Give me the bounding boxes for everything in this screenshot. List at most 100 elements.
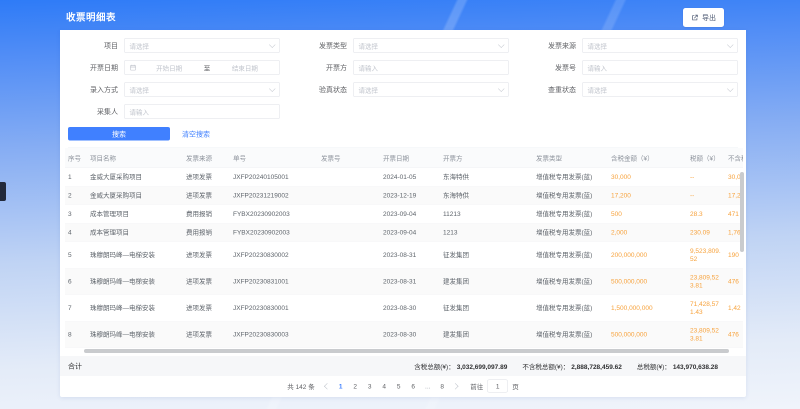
table-cell: 珠穆朗玛峰—电梯安装	[87, 321, 183, 348]
table-cell: 5	[65, 242, 87, 269]
table-cell: 东海特供	[440, 186, 533, 205]
page-number[interactable]: 6	[410, 382, 417, 390]
table-cell: 3	[65, 205, 87, 224]
table-cell: 进项发票	[183, 242, 230, 269]
clear-search-link[interactable]: 清空搜索	[182, 129, 210, 139]
table-cell: JXFP20230830001	[230, 295, 318, 322]
chevron-down-icon	[727, 85, 733, 91]
table-cell	[318, 223, 380, 242]
export-button[interactable]: 导出	[683, 8, 724, 27]
table-cell: 增值税专用发票(蓝)	[533, 242, 608, 269]
table-cell: 1,42	[725, 295, 743, 322]
page-number[interactable]: 2	[352, 382, 359, 390]
table-cell	[318, 321, 380, 348]
page-number[interactable]: 3	[366, 382, 373, 390]
page-number[interactable]: 5	[395, 382, 402, 390]
pagination-ellipsis: ...	[424, 382, 431, 390]
summary-row: 合计 含税总额(¥)：3,032,699,097.89不含税总额(¥)：2,88…	[60, 356, 746, 376]
table-cell	[318, 242, 380, 269]
chevron-down-icon	[269, 85, 275, 91]
filter-invoice-source: 发票来源 请选择	[526, 38, 738, 53]
table-cell: 珠穆朗玛峰—电梯安装	[87, 295, 183, 322]
side-widget-tab[interactable]	[0, 182, 6, 201]
filter-dedup-status-label: 查重状态	[526, 85, 576, 95]
table-cell: 建发集团	[440, 321, 533, 348]
table-cell: 1	[65, 168, 87, 187]
page-title: 收票明细表	[66, 10, 116, 24]
filter-invoice-source-select[interactable]: 请选择	[582, 38, 738, 53]
filter-verify-status-select[interactable]: 请选择	[353, 82, 509, 97]
table-cell: 2023-09-04	[380, 223, 440, 242]
filter-issuer-input[interactable]: 请输入	[353, 60, 509, 75]
table-cell: 2,000	[608, 223, 687, 242]
filter-panel: 项目 请选择 发票类型 请选择 发票来源 请选择	[60, 30, 746, 148]
table-cell: 500,000,000	[608, 268, 687, 295]
summary-total-item: 含税总额(¥)：3,032,699,097.89	[414, 361, 507, 371]
next-page-icon[interactable]	[452, 383, 458, 389]
filter-issuer-label: 开票方	[297, 63, 347, 73]
table-cell: 增值税专用发票(蓝)	[533, 205, 608, 224]
filter-invoice-no-input[interactable]: 请输入	[582, 60, 738, 75]
table-cell: 2023-08-30	[380, 321, 440, 348]
column-header: 税额（¥）	[687, 148, 725, 168]
table-cell: 增值税专用发票(蓝)	[533, 223, 608, 242]
table-cell: 增值税专用发票(蓝)	[533, 295, 608, 322]
page-number[interactable]: 4	[381, 382, 388, 390]
table-cell: JXFP20230830002	[230, 242, 318, 269]
goto-page-input[interactable]	[487, 380, 508, 393]
table-cell: 珠穆朗玛峰—电梯安装	[87, 268, 183, 295]
table-cell: 征发集团	[440, 295, 533, 322]
table-cell	[318, 186, 380, 205]
filter-invoice-source-label: 发票来源	[526, 41, 576, 51]
filter-project-select[interactable]: 请选择	[124, 38, 280, 53]
search-button[interactable]: 搜索	[68, 127, 170, 141]
filter-collector-input[interactable]: 请输入	[124, 104, 280, 119]
table-cell: 6	[65, 268, 87, 295]
column-header: 开票方	[440, 148, 533, 168]
filter-entry-method-select[interactable]: 请选择	[124, 82, 280, 97]
filter-dedup-status-select[interactable]: 请选择	[582, 82, 738, 97]
table-cell: 金威大厦采购项目	[87, 186, 183, 205]
table-cell	[318, 168, 380, 187]
pagination-total: 共 142 条	[287, 381, 314, 391]
table-row: 6珠穆朗玛峰—电梯安装进项发票JXFP202308310012023-08-31…	[65, 268, 743, 295]
horizontal-scrollbar[interactable]	[84, 349, 729, 353]
page-number[interactable]: 1	[337, 382, 344, 390]
column-header: 不含税金额（¥）	[725, 148, 743, 168]
vertical-scrollbar[interactable]	[740, 172, 744, 252]
table-cell: 9,523,809.52	[687, 242, 725, 269]
filter-issuer: 开票方 请输入	[297, 60, 509, 75]
table-cell: 200,000,000	[608, 242, 687, 269]
pagination: 共 142 条 123456...8 前往 页	[60, 376, 746, 396]
table-cell	[318, 268, 380, 295]
page-number[interactable]: 8	[439, 382, 446, 390]
filter-collector: 采集人 请输入	[68, 104, 280, 119]
table-cell: 71,428,571.43	[687, 295, 725, 322]
table-cell: 费用报销	[183, 223, 230, 242]
content-card: 项目 请选择 发票类型 请选择 发票来源 请选择	[60, 30, 746, 397]
filter-project-label: 项目	[68, 41, 118, 51]
table-row: 2金威大厦采购项目进项发票JXFP202312190022023-12-19东海…	[65, 186, 743, 205]
table-cell: 费用报销	[183, 205, 230, 224]
filter-invoice-type-select[interactable]: 请选择	[353, 38, 509, 53]
table-body: 1金威大厦采购项目进项发票JXFP202401050012024-01-05东海…	[65, 168, 743, 348]
table-cell: 1,500,000,000	[608, 295, 687, 322]
summary-label: 合计	[68, 361, 82, 371]
table-cell: 进项发票	[183, 321, 230, 348]
goto-label: 前往	[470, 381, 483, 391]
column-header: 单号	[230, 148, 318, 168]
column-header: 发票类型	[533, 148, 608, 168]
table-cell: 增值税专用发票(蓝)	[533, 186, 608, 205]
table-cell: 23,809,523.81	[687, 321, 725, 348]
column-header: 序号	[65, 148, 87, 168]
table-cell: 1213	[440, 223, 533, 242]
table-row: 8珠穆朗玛峰—电梯安装进项发票JXFP202308300032023-08-30…	[65, 321, 743, 348]
filter-invoice-type-label: 发票类型	[297, 41, 347, 51]
export-button-label: 导出	[702, 13, 716, 23]
table-cell: 建发集团	[440, 268, 533, 295]
previous-page-icon[interactable]	[324, 383, 330, 389]
table-cell: FYBX20230902003	[230, 205, 318, 224]
filter-date-range-input[interactable]: 开始日期 至 结束日期	[124, 60, 280, 75]
table-cell: --	[687, 186, 725, 205]
table-cell: 476	[725, 321, 743, 348]
